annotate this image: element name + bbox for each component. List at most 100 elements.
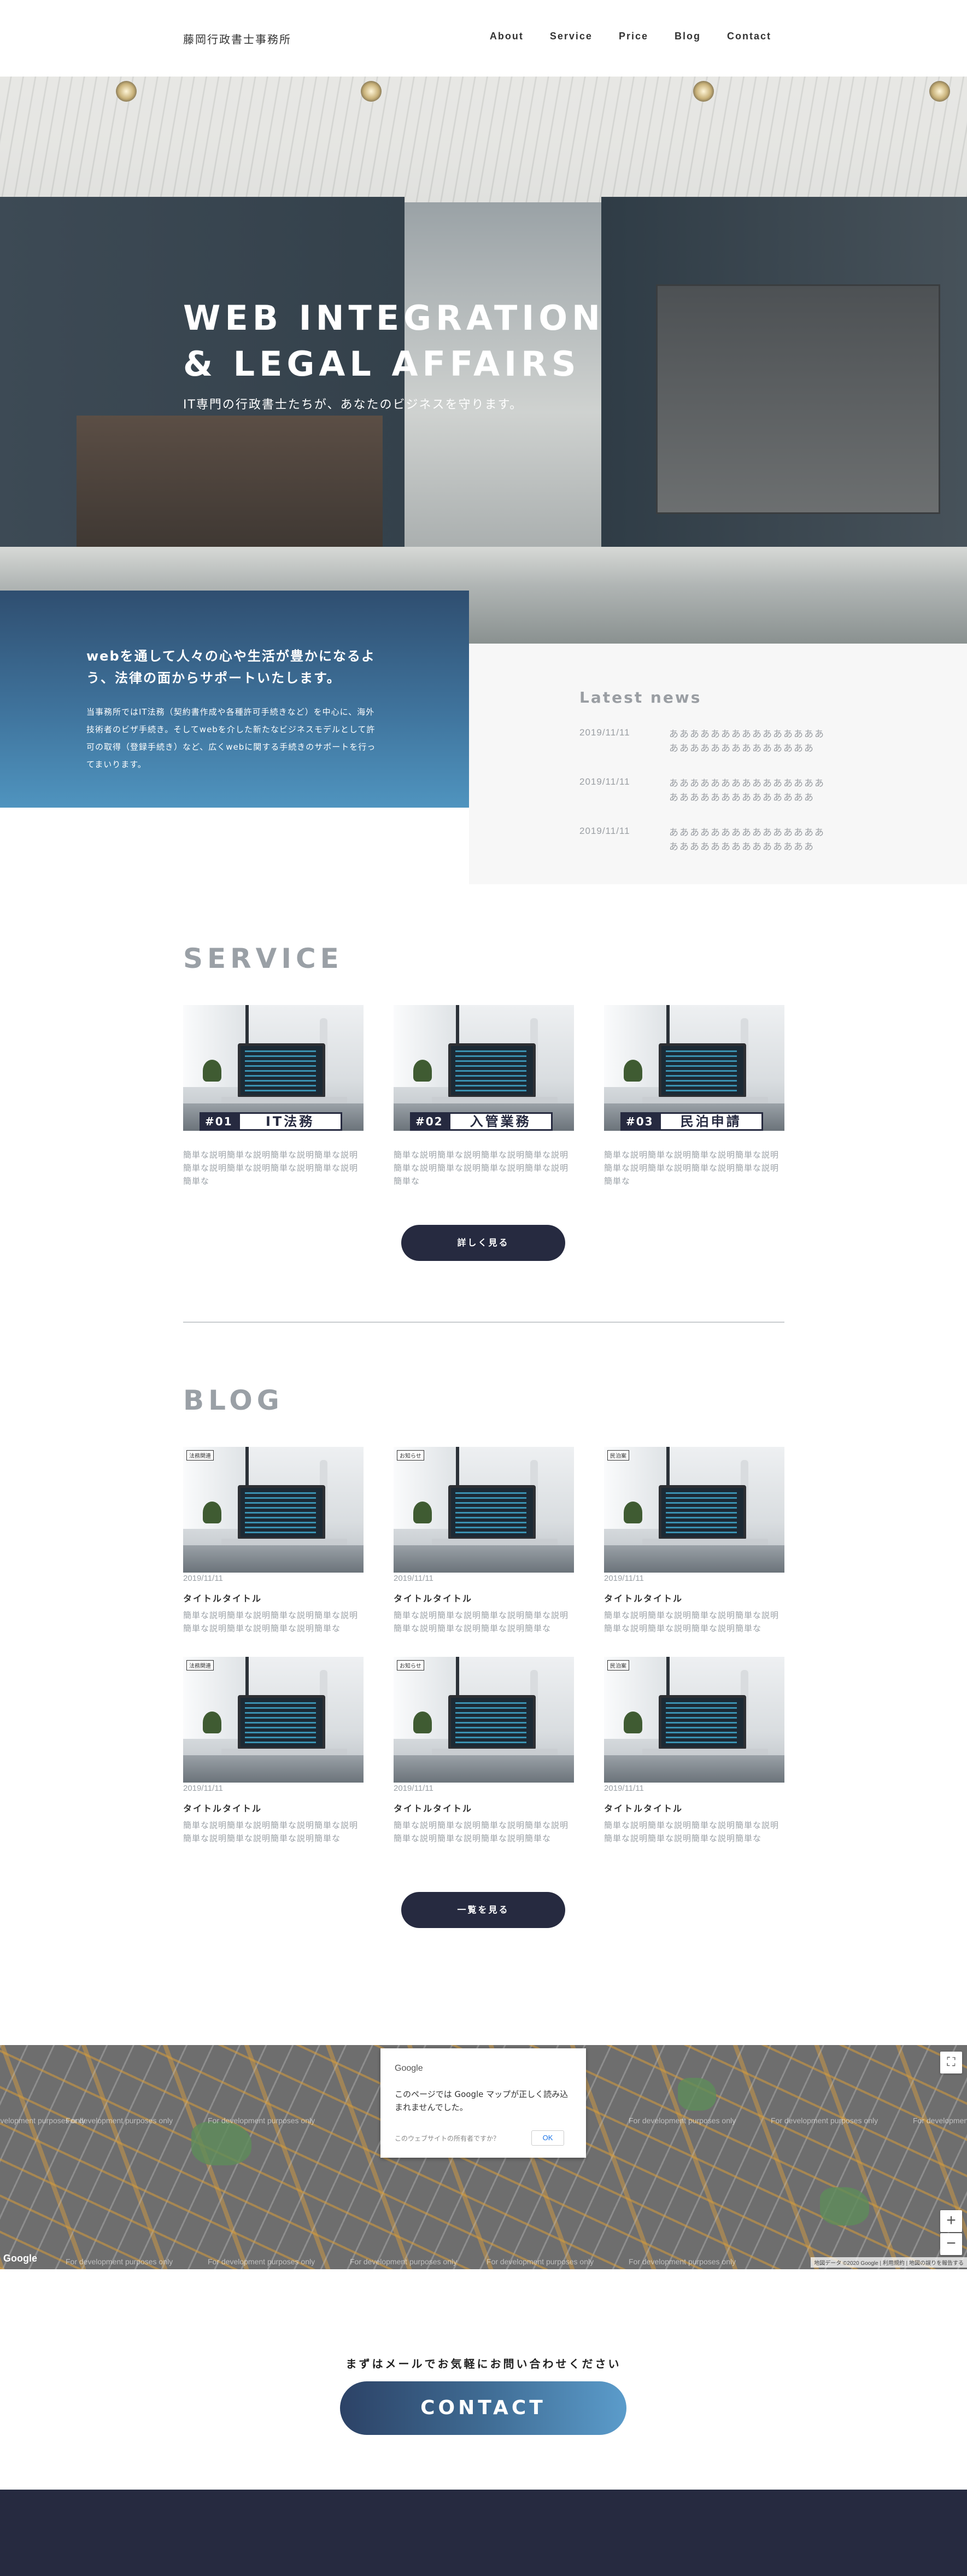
blog-post-image[interactable]: お知らせ: [394, 1657, 574, 1783]
blog-date: 2019/11/11: [394, 1574, 433, 1583]
plant: [203, 1502, 221, 1523]
contact-button[interactable]: CONTACT: [340, 2381, 626, 2435]
news-date: 2019/11/11: [579, 776, 630, 787]
blog-category-tag[interactable]: お知らせ: [397, 1660, 424, 1670]
blog-category-tag[interactable]: 法務関連: [186, 1660, 214, 1670]
dialog-ok-button[interactable]: OK: [531, 2130, 564, 2146]
blog-title: BLOG: [183, 1385, 284, 1416]
blog-category-tag[interactable]: お知らせ: [397, 1450, 424, 1461]
fullscreen-icon[interactable]: ⛶: [940, 2052, 962, 2073]
news-item[interactable]: 2019/11/11 あああああああああああああああああああああああああああああ: [579, 776, 967, 805]
nav-contact[interactable]: Contact: [727, 31, 771, 42]
service-number: #03: [620, 1112, 659, 1131]
service-more-button[interactable]: 詳しく見る: [401, 1225, 565, 1261]
laptop-screen: [238, 1485, 325, 1540]
zoom-in-button[interactable]: +: [940, 2210, 962, 2232]
blog-description: 簡単な説明簡単な説明簡単な説明簡単な説明簡単な説明簡単な説明簡単な説明簡単な: [183, 1820, 359, 1843]
zoom-out-button[interactable]: −: [940, 2233, 962, 2255]
hero-kitchen: [656, 284, 940, 514]
plant: [203, 1060, 221, 1082]
ceiling-light: [361, 81, 382, 102]
service-label: #02 入管業務: [410, 1112, 553, 1131]
intro-heading: webを通して人々の心や生活が豊かになるよう、法律の面からサポートいたします。: [86, 649, 376, 686]
blog-date: 2019/11/11: [394, 1784, 433, 1793]
map-credit[interactable]: 地図データ ©2020 Google | 利用規約 | 地図の誤りを報告する: [811, 2257, 967, 2268]
blog-title[interactable]: タイトルタイトル: [394, 1801, 472, 1814]
hero-title-line2: & LEGAL AFFAIRS: [183, 344, 581, 384]
blog-category-tag[interactable]: 民泊案: [607, 1660, 629, 1670]
blog-post-image[interactable]: 法務関連: [183, 1657, 364, 1783]
hero-subtitle: IT専門の行政書士たちが、あなたのビジネスを守ります。: [183, 398, 523, 412]
news-item[interactable]: 2019/11/11 あああああああああああああああああああああああああああああ: [579, 727, 967, 756]
map-error-dialog: Google このページでは Google マップが正しく読み込まれませんでした…: [380, 2048, 586, 2158]
service-image-minpaku[interactable]: #03 民泊申請: [604, 1005, 784, 1131]
laptop-screen: [659, 1485, 746, 1540]
plant: [624, 1060, 642, 1082]
map-park: [820, 2187, 869, 2225]
service-description: 簡単な説明簡単な説明簡単な説明簡単な説明簡単な説明簡単な説明簡単な説明簡単な説明…: [183, 1150, 359, 1186]
nav-blog[interactable]: Blog: [675, 31, 701, 42]
google-logo[interactable]: Google: [3, 2253, 37, 2264]
service-label: #03 民泊申請: [620, 1112, 763, 1131]
blog-description: 簡単な説明簡単な説明簡単な説明簡単な説明簡単な説明簡単な説明簡単な説明簡単な: [394, 1610, 569, 1633]
desk: [394, 1545, 574, 1573]
blog-post-image[interactable]: 法務関連: [183, 1447, 364, 1573]
dialog-owner-link[interactable]: このウェブサイトの所有者ですか？: [395, 2134, 500, 2143]
blog-category-tag[interactable]: 民泊案: [607, 1450, 629, 1461]
blog-description: 簡単な説明簡単な説明簡単な説明簡単な説明簡単な説明簡単な説明簡単な説明簡単な: [394, 1820, 569, 1843]
service-name: 入管業務: [448, 1112, 553, 1131]
map-park: [678, 2078, 716, 2111]
intro-box: webを通して人々の心や生活が豊かになるよう、法律の面からサポートいたします。 …: [0, 591, 469, 808]
service-image-it-law[interactable]: #01 IT法務: [183, 1005, 364, 1131]
blog-title[interactable]: タイトルタイトル: [394, 1591, 472, 1604]
news-title: Latest news: [579, 688, 702, 706]
plant: [413, 1060, 432, 1082]
news-item[interactable]: 2019/11/11 あああああああああああああああああああああああああああああ: [579, 826, 967, 854]
blog-post-image[interactable]: 民泊案: [604, 1657, 784, 1783]
service-name: IT法務: [238, 1112, 342, 1131]
contact-lead: まずはメールでお気軽にお問い合わせください: [345, 2357, 622, 2370]
map-watermark: For development purposes only: [771, 2116, 878, 2125]
nav-service[interactable]: Service: [550, 31, 593, 42]
nav-about[interactable]: About: [490, 31, 524, 42]
nav-price[interactable]: Price: [619, 31, 648, 42]
blog-title[interactable]: タイトルタイトル: [604, 1591, 683, 1604]
blog-post-image[interactable]: 民泊案: [604, 1447, 784, 1573]
site-footer: [0, 2490, 967, 2576]
map-watermark: For development purposes only: [66, 2257, 173, 2266]
map-watermark: For development purposes only: [66, 2116, 173, 2125]
blog-post-image[interactable]: お知らせ: [394, 1447, 574, 1573]
ceiling-light: [929, 81, 950, 102]
service-title: SERVICE: [183, 943, 343, 974]
desk: [183, 1545, 364, 1573]
blog-date: 2019/11/11: [604, 1784, 644, 1793]
laptop-screen: [448, 1695, 536, 1750]
desk: [183, 1755, 364, 1783]
blog-description: 簡単な説明簡単な説明簡単な説明簡単な説明簡単な説明簡単な説明簡単な説明簡単な: [183, 1610, 359, 1633]
hero-title: WEB INTEGRATION & LEGAL AFFAIRS: [183, 295, 605, 387]
plant: [624, 1502, 642, 1523]
site-logo[interactable]: 藤岡行政書士事務所: [183, 31, 291, 46]
blog-title[interactable]: タイトルタイトル: [604, 1801, 683, 1814]
service-image-immigration[interactable]: #02 入管業務: [394, 1005, 574, 1131]
blog-list-button[interactable]: 一覧を見る: [401, 1892, 565, 1928]
intro-body: 当事務所ではIT法務（契約書作成や各種許可手続きなど）を中心に、海外技術者のビザ…: [86, 707, 376, 769]
news-text: あああああああああああああああああああああああああああああ: [669, 729, 825, 754]
blog-category-tag[interactable]: 法務関連: [186, 1450, 214, 1461]
laptop-screen: [448, 1485, 536, 1540]
hero-title-line1: WEB INTEGRATION: [183, 298, 605, 338]
map-watermark: For development purposes only: [629, 2257, 736, 2266]
news-text: あああああああああああああああああああああああああああああ: [669, 827, 825, 852]
laptop-screen: [659, 1695, 746, 1750]
news-text: あああああああああああああああああああああああああああああ: [669, 778, 825, 803]
desk: [394, 1755, 574, 1783]
blog-date: 2019/11/11: [183, 1574, 223, 1583]
map-watermark: For development purposes only: [208, 2116, 315, 2125]
map-watermark: For development purposes only: [629, 2116, 736, 2125]
desk: [604, 1545, 784, 1573]
plant: [413, 1502, 432, 1523]
dialog-brand: Google: [395, 2064, 423, 2073]
blog-title[interactable]: タイトルタイトル: [183, 1591, 262, 1604]
blog-title[interactable]: タイトルタイトル: [183, 1801, 262, 1814]
laptop-screen: [238, 1043, 325, 1098]
